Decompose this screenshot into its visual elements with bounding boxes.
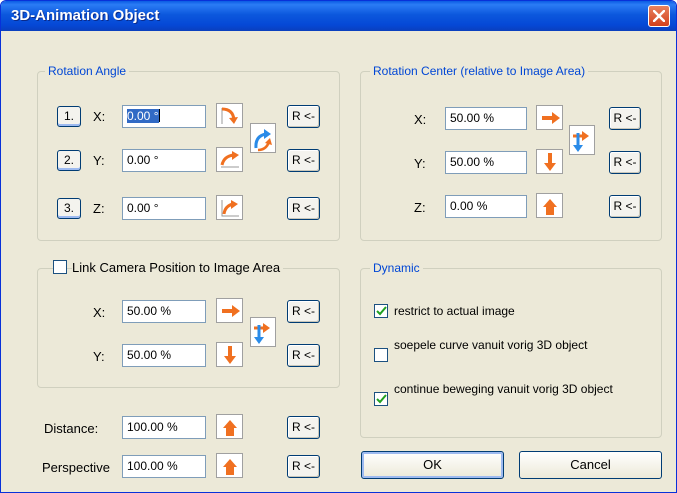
cancel-button[interactable]: Cancel	[519, 451, 662, 479]
checkmark-icon	[376, 306, 387, 316]
window-title: 3D-Animation Object	[11, 7, 160, 24]
perspective-field[interactable]: 100.00 %	[122, 455, 206, 478]
perspective-label: Perspective	[42, 460, 110, 475]
perspective-arrow-icon[interactable]	[216, 453, 243, 478]
distance-label: Distance:	[44, 421, 99, 436]
camera-x-label: X:	[93, 305, 106, 320]
rotation-z-label: Z:	[93, 201, 105, 216]
center-y-field[interactable]: 50.00 %	[445, 151, 527, 174]
center-combined-icon[interactable]	[569, 125, 595, 155]
distance-reset-button[interactable]: R <-	[287, 416, 320, 439]
perspective-reset-button[interactable]: R <-	[287, 455, 320, 478]
camera-y-field[interactable]: 50.00 %	[122, 344, 206, 367]
rotation-x-order-button[interactable]: 1.	[57, 106, 81, 127]
rotate-x-icon[interactable]	[216, 103, 243, 128]
center-y-label: Y:	[414, 156, 426, 171]
link-camera-label: Link Camera Position to Image Area	[72, 261, 284, 274]
rotation-x-reset-button[interactable]: R <-	[287, 105, 320, 128]
center-z-reset-button[interactable]: R <-	[609, 195, 641, 218]
checkmark-icon	[376, 394, 387, 404]
rotation-y-field[interactable]: 0.00 °	[122, 149, 206, 172]
camera-y-label: Y:	[93, 349, 105, 364]
camera-combined-icon[interactable]	[250, 317, 276, 347]
rotation-z-order-button[interactable]: 3.	[57, 198, 81, 219]
rotate-y-icon[interactable]	[216, 147, 243, 172]
ok-button[interactable]: OK	[361, 451, 504, 479]
rotation-center-legend: Rotation Center (relative to Image Area)	[370, 64, 589, 78]
center-z-label: Z:	[414, 200, 426, 215]
camera-arrow-down-icon[interactable]	[216, 342, 243, 367]
camera-y-reset-button[interactable]: R <-	[287, 344, 320, 367]
smooth-curve-label: soepele curve vanuit vorig 3D object	[394, 338, 588, 352]
restrict-image-checkbox[interactable]	[374, 304, 388, 318]
rotation-angle-legend: Rotation Angle	[45, 64, 130, 78]
rotate-z-icon[interactable]	[216, 195, 243, 220]
camera-x-field[interactable]: 50.00 %	[122, 300, 206, 323]
rotation-x-label: X:	[93, 109, 106, 124]
dynamic-group: Dynamic	[360, 261, 662, 438]
arrow-right-icon[interactable]	[536, 105, 563, 130]
rotation-z-reset-button[interactable]: R <-	[287, 197, 320, 220]
camera-x-reset-button[interactable]: R <-	[287, 300, 320, 323]
rotation-y-order-button[interactable]: 2.	[57, 150, 81, 171]
rotation-x-field[interactable]: 0.00 °	[122, 105, 206, 128]
center-z-field[interactable]: 0.00 %	[445, 195, 527, 218]
distance-arrow-icon[interactable]	[216, 414, 243, 439]
title-bar[interactable]: 3D-Animation Object	[1, 1, 676, 31]
rotation-y-reset-button[interactable]: R <-	[287, 149, 320, 172]
distance-field[interactable]: 100.00 %	[122, 416, 206, 439]
continue-motion-label: continue beweging vanuit vorig 3D object	[394, 382, 613, 396]
close-button[interactable]	[648, 5, 670, 27]
rotation-y-label: Y:	[93, 153, 105, 168]
close-icon	[653, 10, 665, 22]
rotate-combined-icon[interactable]	[250, 123, 276, 153]
smooth-curve-checkbox[interactable]	[374, 348, 388, 362]
camera-group	[37, 268, 340, 388]
restrict-image-label: restrict to actual image	[394, 304, 515, 318]
center-x-field[interactable]: 50.00 %	[445, 107, 527, 130]
dialog-body: Rotation Angle 1. X: 0.00 ° R <- 2. Y: 0…	[4, 31, 673, 491]
center-y-reset-button[interactable]: R <-	[609, 151, 641, 174]
center-x-reset-button[interactable]: R <-	[609, 107, 641, 130]
continue-motion-checkbox[interactable]	[374, 392, 388, 406]
link-camera-checkbox[interactable]	[53, 260, 67, 274]
rotation-z-field[interactable]: 0.00 °	[122, 197, 206, 220]
depth-arrow-icon[interactable]	[536, 193, 563, 218]
dialog-window: 3D-Animation Object Rotation Angle 1. X:…	[0, 0, 677, 493]
arrow-down-icon[interactable]	[536, 149, 563, 174]
center-x-label: X:	[414, 112, 427, 127]
dynamic-legend: Dynamic	[370, 261, 423, 275]
camera-arrow-right-icon[interactable]	[216, 298, 243, 323]
